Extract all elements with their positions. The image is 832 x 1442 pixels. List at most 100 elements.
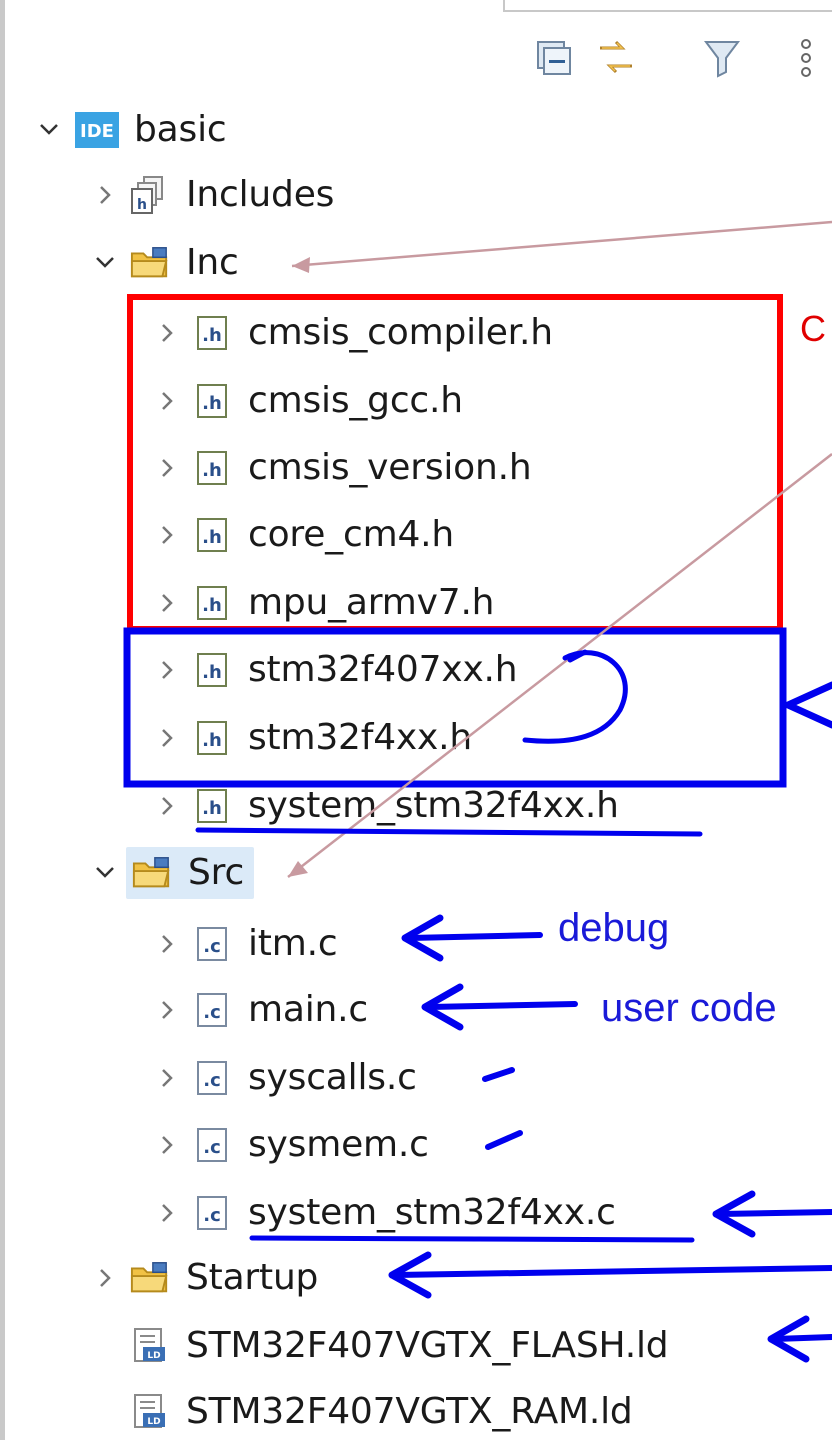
svg-text:.h: .h [202, 730, 222, 751]
includes-icon: h [130, 175, 170, 215]
tree-item-header-file[interactable]: .h mpu_armv7.h [150, 573, 495, 633]
tree-item-startup-folder[interactable]: Startup [88, 1248, 318, 1308]
file-label: itm.c [248, 923, 338, 964]
chevron-right-icon[interactable] [88, 175, 122, 215]
linker-file-icon: LD [130, 1326, 170, 1366]
chevron-right-icon[interactable] [150, 1058, 184, 1098]
tree-item-linker-script[interactable]: LD STM32F407VGTX_FLASH.ld [88, 1316, 669, 1376]
file-label: stm32f4xx.h [248, 717, 472, 758]
tree-item-inc-folder[interactable]: Inc [88, 233, 239, 293]
svg-text:LD: LD [147, 1417, 160, 1427]
chevron-right-icon[interactable] [150, 990, 184, 1030]
header-file-icon: .h [192, 448, 232, 488]
svg-text:.h: .h [202, 798, 222, 819]
c-file-icon: .c [192, 1058, 232, 1098]
tree-item-header-file[interactable]: .h core_cm4.h [150, 505, 454, 565]
file-label: cmsis_version.h [248, 447, 532, 488]
inc-folder-label: Inc [186, 242, 239, 283]
header-file-icon: .h [192, 786, 232, 826]
c-file-icon: .c [192, 924, 232, 964]
tree-item-source-file[interactable]: .c system_stm32f4xx.c [150, 1183, 616, 1243]
chevron-right-icon[interactable] [150, 650, 184, 690]
file-label: system_stm32f4xx.c [248, 1192, 616, 1233]
file-label: STM32F407VGTX_FLASH.ld [186, 1325, 669, 1366]
file-label: cmsis_compiler.h [248, 312, 553, 353]
chevron-right-icon[interactable] [150, 718, 184, 758]
chevron-right-icon[interactable] [150, 583, 184, 623]
header-file-icon: .h [192, 381, 232, 421]
header-file-icon: .h [192, 515, 232, 555]
file-label: cmsis_gcc.h [248, 380, 463, 421]
tree-item-header-file[interactable]: .h cmsis_gcc.h [150, 371, 463, 431]
tree-item-src-folder[interactable]: Src [88, 843, 255, 903]
svg-text:.h: .h [202, 325, 222, 346]
c-file-icon: .c [192, 1125, 232, 1165]
tree-item-source-file[interactable]: .c syscalls.c [150, 1048, 417, 1108]
chevron-right-icon[interactable] [150, 786, 184, 826]
tree-item-header-file[interactable]: .h cmsis_version.h [150, 438, 532, 498]
tree-item-project[interactable]: IDE basic [32, 100, 227, 160]
source-folder-icon [130, 243, 170, 283]
file-label: stm32f407xx.h [248, 649, 518, 690]
user-code-annotation: user code [601, 986, 777, 1030]
header-file-icon: .h [192, 583, 232, 623]
svg-text:IDE: IDE [80, 121, 114, 142]
chevron-right-icon[interactable] [150, 515, 184, 555]
tree-item-header-file[interactable]: .h stm32f407xx.h [150, 640, 518, 700]
red-annotation-text: C [800, 308, 826, 349]
selection-highlight: Src [126, 847, 255, 899]
source-folder-icon [132, 853, 172, 893]
svg-text:.c: .c [203, 936, 221, 957]
chevron-right-icon[interactable] [88, 1258, 122, 1298]
chevron-right-icon[interactable] [150, 381, 184, 421]
chevron-right-icon[interactable] [150, 448, 184, 488]
header-file-icon: .h [192, 718, 232, 758]
source-folder-icon [130, 1258, 170, 1298]
tree-item-includes[interactable]: h Includes [88, 165, 334, 225]
tree-item-source-file[interactable]: .c sysmem.c [150, 1115, 429, 1175]
linker-file-icon: LD [130, 1392, 170, 1432]
file-label: syscalls.c [248, 1057, 417, 1098]
c-file-icon: .c [192, 990, 232, 1030]
chevron-down-icon[interactable] [88, 853, 122, 893]
chevron-down-icon[interactable] [88, 243, 122, 283]
chevron-down-icon[interactable] [32, 110, 66, 150]
chevron-right-icon[interactable] [150, 1125, 184, 1165]
header-file-icon: .h [192, 650, 232, 690]
svg-text:.h: .h [202, 662, 222, 683]
tree-item-source-file[interactable]: .c itm.c [150, 914, 338, 974]
chevron-right-icon[interactable] [150, 313, 184, 353]
src-folder-label: Src [188, 852, 245, 893]
project-name: basic [134, 109, 227, 150]
svg-text:.c: .c [203, 1002, 221, 1023]
svg-text:.c: .c [203, 1137, 221, 1158]
includes-label: Includes [186, 174, 335, 215]
svg-text:LD: LD [147, 1351, 160, 1361]
svg-text:h: h [137, 197, 147, 213]
file-label: core_cm4.h [248, 514, 455, 555]
chevron-right-icon[interactable] [150, 924, 184, 964]
svg-text:.c: .c [203, 1205, 221, 1226]
tree-item-header-file[interactable]: .h cmsis_compiler.h [150, 303, 553, 363]
file-label: main.c [248, 989, 368, 1030]
c-file-icon: .c [192, 1193, 232, 1233]
header-file-icon: .h [192, 313, 232, 353]
file-label: system_stm32f4xx.h [248, 785, 619, 826]
svg-text:.c: .c [203, 1070, 221, 1091]
project-explorer-tree: IDE basic h Includes Inc .h cmsis_compil… [0, 0, 832, 1440]
tree-item-source-file[interactable]: .c main.c [150, 980, 368, 1040]
svg-text:.h: .h [202, 527, 222, 548]
debug-annotation: debug [558, 906, 670, 950]
tree-item-linker-script[interactable]: LD STM32F407VGTX_RAM.ld [88, 1382, 633, 1442]
ide-project-icon: IDE [74, 110, 120, 150]
chevron-right-icon[interactable] [150, 1193, 184, 1233]
svg-text:.h: .h [202, 393, 222, 414]
file-label: STM32F407VGTX_RAM.ld [186, 1391, 633, 1432]
svg-text:.h: .h [202, 460, 222, 481]
tree-item-header-file[interactable]: .h stm32f4xx.h [150, 708, 472, 768]
svg-text:.h: .h [202, 595, 222, 616]
tree-item-header-file[interactable]: .h system_stm32f4xx.h [150, 776, 619, 836]
file-label: sysmem.c [248, 1124, 429, 1165]
startup-folder-label: Startup [186, 1257, 319, 1298]
file-label: mpu_armv7.h [248, 582, 495, 623]
